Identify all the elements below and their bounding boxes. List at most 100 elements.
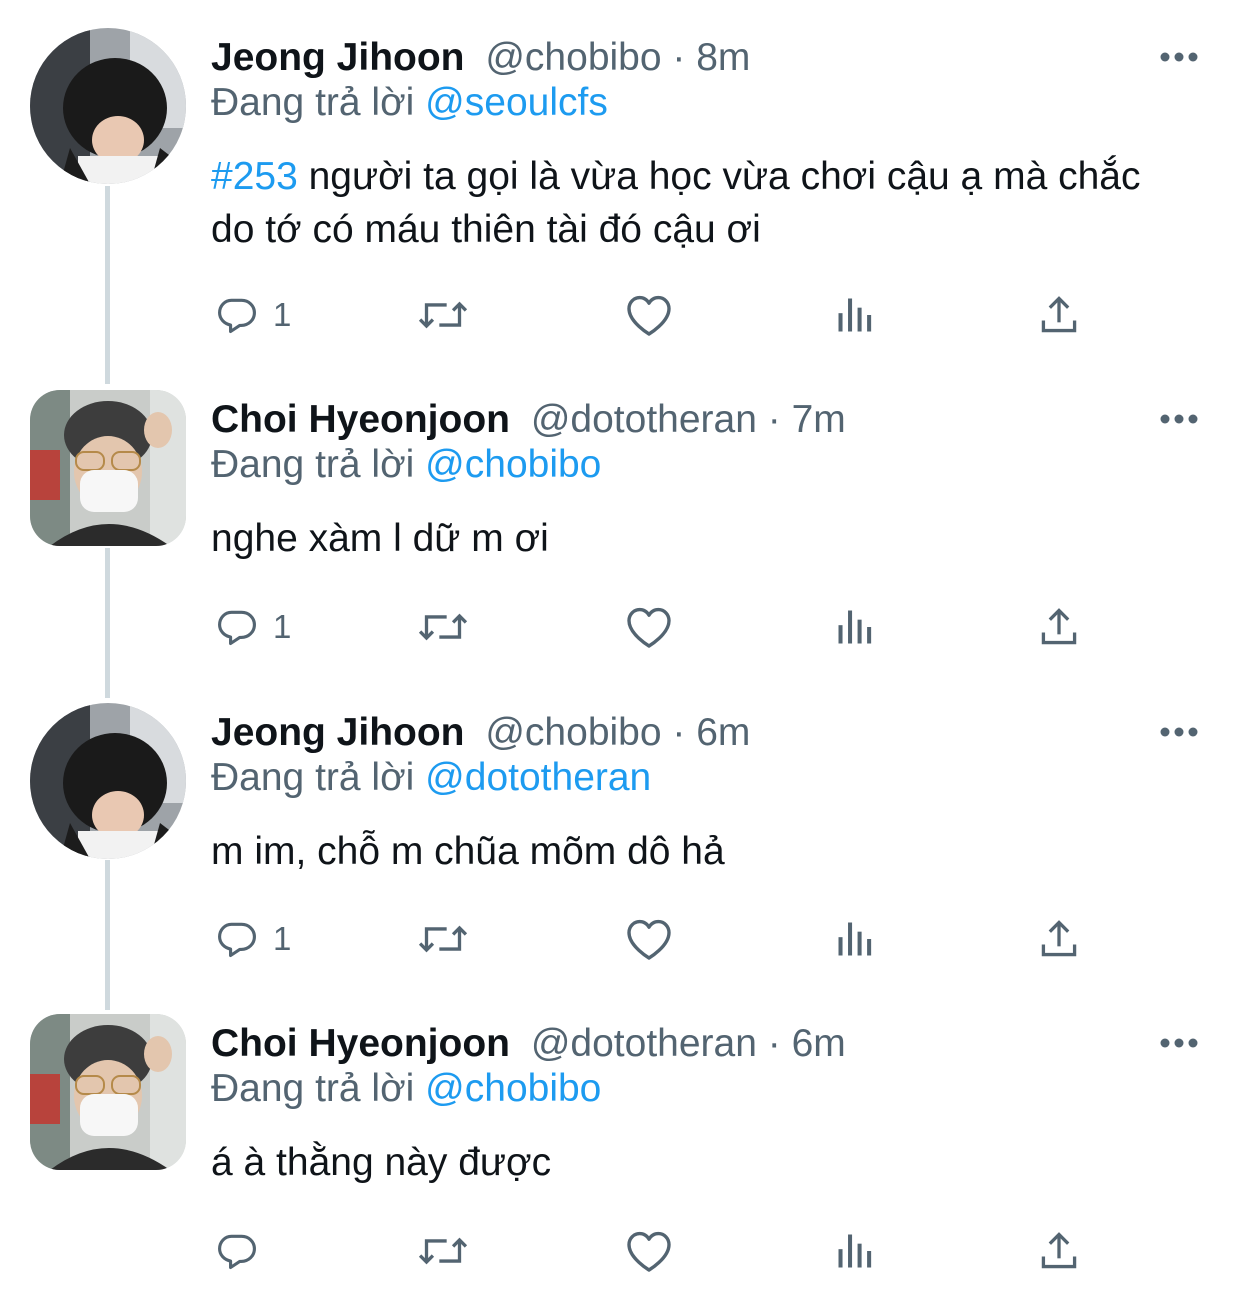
- analytics-icon: [838, 610, 872, 644]
- tweet-body: m im, chỗ m chũa mõm dô hả: [211, 830, 725, 873]
- replying-prefix: Đang trả lời: [211, 756, 415, 799]
- action-bar: [211, 1226, 1091, 1276]
- reply-button[interactable]: 1: [215, 914, 291, 964]
- share-button[interactable]: [1037, 290, 1081, 340]
- avatar[interactable]: [30, 703, 186, 859]
- tweet-text: #253 người ta gọi là vừa học vừa chơi cậ…: [211, 150, 1171, 256]
- like-button[interactable]: [625, 290, 673, 340]
- author-name[interactable]: Choi Hyeonjoon: [211, 398, 510, 441]
- reply-count: 1: [273, 920, 292, 957]
- replying-to-mention[interactable]: @dototheran: [425, 756, 651, 799]
- timestamp[interactable]: 6m: [792, 1022, 846, 1065]
- reply-button[interactable]: [215, 1226, 273, 1276]
- replying-to: Đang trả lời @dototheran: [211, 751, 651, 805]
- tweet-body: người ta gọi là vừa học vừa chơi cậu ạ m…: [211, 155, 1141, 251]
- more-button[interactable]: [1158, 404, 1200, 434]
- analytics-icon: [838, 922, 872, 956]
- retweet-button[interactable]: [415, 1226, 471, 1276]
- share-icon: [1041, 920, 1077, 957]
- like-button[interactable]: [625, 1226, 673, 1276]
- avatar-choi-hyeonjoon: [30, 1014, 186, 1170]
- separator: ·: [756, 398, 792, 441]
- hashtag-link[interactable]: #253: [211, 155, 298, 198]
- replying-prefix: Đang trả lời: [211, 1067, 415, 1110]
- avatar-jeong-jihoon: [30, 28, 186, 184]
- replying-to: Đang trả lời @chobibo: [211, 438, 601, 492]
- reply-button[interactable]: 1: [215, 290, 291, 340]
- share-button[interactable]: [1037, 1226, 1081, 1276]
- share-icon: [1041, 296, 1077, 333]
- reply-icon: [218, 610, 256, 646]
- author-handle[interactable]: @chobibo: [485, 36, 661, 79]
- separator: ·: [661, 711, 697, 754]
- replying-to-mention[interactable]: @seoulcfs: [425, 81, 608, 124]
- analytics-button[interactable]: [833, 1226, 877, 1276]
- more-button[interactable]: [1158, 1028, 1200, 1058]
- heart-icon: [627, 295, 671, 336]
- replying-to-mention[interactable]: @chobibo: [425, 1067, 601, 1110]
- timestamp[interactable]: 7m: [792, 398, 846, 441]
- reply-icon: [218, 298, 256, 334]
- analytics-icon: [838, 1234, 872, 1268]
- tweet-body: á à thằng này được: [211, 1141, 552, 1184]
- separator: ·: [661, 36, 697, 79]
- thread-line: [105, 186, 110, 384]
- retweet-button[interactable]: [415, 602, 471, 652]
- avatar-jeong-jihoon: [30, 703, 186, 859]
- timestamp[interactable]: 8m: [696, 36, 750, 79]
- share-button[interactable]: [1037, 602, 1081, 652]
- analytics-button[interactable]: [833, 290, 877, 340]
- author-handle[interactable]: @chobibo: [485, 711, 661, 754]
- tweet-text: m im, chỗ m chũa mõm dô hả: [211, 825, 1171, 878]
- more-icon: [1160, 414, 1198, 424]
- reply-icon: [218, 1234, 256, 1270]
- action-bar: 1: [211, 290, 1091, 340]
- replying-to: Đang trả lời @seoulcfs: [211, 76, 608, 130]
- analytics-button[interactable]: [833, 914, 877, 964]
- author-name[interactable]: Jeong Jihoon: [211, 36, 465, 79]
- action-bar: 1: [211, 914, 1091, 964]
- avatar[interactable]: [30, 28, 186, 184]
- replying-prefix: Đang trả lời: [211, 81, 415, 124]
- retweet-button[interactable]: [415, 914, 471, 964]
- reply-button[interactable]: 1: [215, 602, 291, 652]
- retweet-icon: [418, 1237, 468, 1265]
- tweet-body: nghe xàm l dữ m ơi: [211, 517, 549, 560]
- author-handle[interactable]: @dototheran: [531, 398, 757, 441]
- heart-icon: [627, 1231, 671, 1272]
- analytics-button[interactable]: [833, 602, 877, 652]
- author-handle[interactable]: @dototheran: [531, 1022, 757, 1065]
- avatar-choi-hyeonjoon: [30, 390, 186, 546]
- more-button[interactable]: [1158, 717, 1200, 747]
- author-name[interactable]: Choi Hyeonjoon: [211, 1022, 510, 1065]
- replying-to: Đang trả lời @chobibo: [211, 1062, 601, 1116]
- tweet-text: á à thằng này được: [211, 1136, 1171, 1189]
- retweet-icon: [418, 613, 468, 641]
- avatar[interactable]: [30, 390, 186, 546]
- reply-icon: [218, 922, 256, 958]
- avatar[interactable]: [30, 1014, 186, 1170]
- reply-count: 1: [273, 296, 292, 333]
- share-icon: [1041, 1232, 1077, 1269]
- thread-line: [105, 860, 110, 1010]
- analytics-icon: [838, 298, 872, 332]
- replying-prefix: Đang trả lời: [211, 443, 415, 486]
- more-button[interactable]: [1158, 42, 1200, 72]
- more-icon: [1160, 727, 1198, 737]
- thread-line: [105, 548, 110, 698]
- like-button[interactable]: [625, 602, 673, 652]
- like-button[interactable]: [625, 914, 673, 964]
- tweet-text: nghe xàm l dữ m ơi: [211, 512, 1171, 565]
- reply-count: 1: [273, 608, 292, 645]
- action-bar: 1: [211, 602, 1091, 652]
- timestamp[interactable]: 6m: [696, 711, 750, 754]
- heart-icon: [627, 607, 671, 648]
- more-icon: [1160, 1038, 1198, 1048]
- share-button[interactable]: [1037, 914, 1081, 964]
- author-name[interactable]: Jeong Jihoon: [211, 711, 465, 754]
- retweet-icon: [418, 925, 468, 953]
- retweet-button[interactable]: [415, 290, 471, 340]
- more-icon: [1160, 52, 1198, 62]
- replying-to-mention[interactable]: @chobibo: [425, 443, 601, 486]
- separator: ·: [756, 1022, 792, 1065]
